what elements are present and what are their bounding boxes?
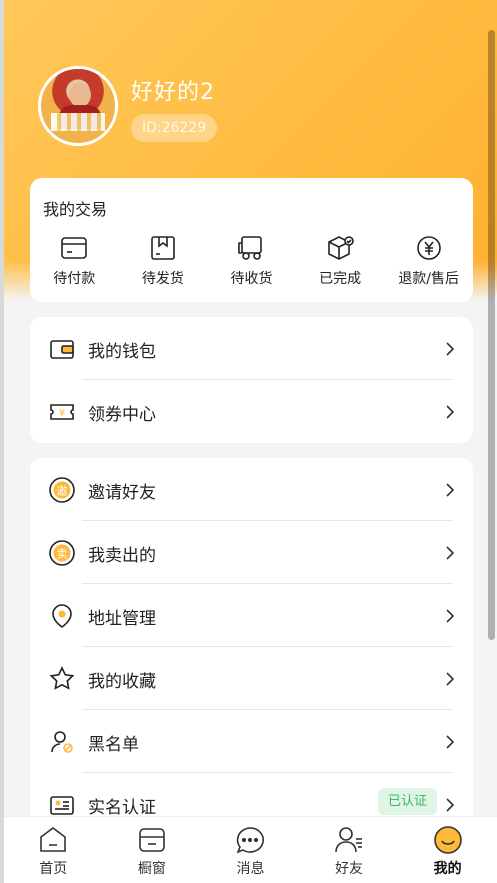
phone-screen: 好好的2 ID:26229 我的交易 待付款 待发货 待收货 已完成 退款/售后… xyxy=(4,0,497,883)
trade-pending-payment-label: 待付款 xyxy=(53,271,96,287)
menu-item-favorites-label: 我的收藏 xyxy=(88,672,156,692)
menu-item-favorites[interactable]: 我的收藏 xyxy=(30,647,473,710)
verified-badge: 已认证 xyxy=(377,788,437,815)
menu-item-invite-label: 邀请好友 xyxy=(88,483,156,503)
menu-item-blacklist[interactable]: 黑名单 xyxy=(30,710,473,773)
tab-shop-label: 橱窗 xyxy=(137,861,166,877)
menu-item-coupons[interactable]: ¥ 领券中心 xyxy=(30,380,473,443)
trade-pending-payment[interactable]: 待付款 xyxy=(30,233,119,288)
menu-item-invite[interactable]: 邀 邀请好友 xyxy=(30,458,473,521)
trade-items: 待付款 待发货 待收货 已完成 退款/售后 xyxy=(30,233,473,288)
menu-item-wallet[interactable]: 我的钱包 xyxy=(30,317,473,380)
chevron-right-icon xyxy=(446,342,455,356)
menu-card-wallet: 我的钱包 ¥ 领券中心 xyxy=(30,317,473,443)
menu-card-settings: 邀 邀请好友 卖 我卖出的 地址管理 我的收藏 黑名单 实名认证 已认证 xyxy=(30,458,473,838)
svg-text:邀: 邀 xyxy=(57,484,68,498)
chevron-right-icon xyxy=(446,798,455,812)
me-icon xyxy=(433,826,462,854)
chevron-right-icon xyxy=(446,735,455,749)
chevron-right-icon xyxy=(446,483,455,497)
username: 好好的2 xyxy=(131,80,215,105)
friends-icon xyxy=(335,827,363,853)
trade-completed-label: 已完成 xyxy=(319,271,362,287)
menu-item-address[interactable]: 地址管理 xyxy=(30,584,473,647)
menu-item-verification-label: 实名认证 xyxy=(88,798,156,818)
menu-item-wallet-label: 我的钱包 xyxy=(88,342,156,362)
home-icon xyxy=(40,827,67,852)
shop-icon xyxy=(139,828,165,852)
menu-item-address-label: 地址管理 xyxy=(88,609,156,629)
yen-icon xyxy=(416,236,441,260)
tab-me[interactable]: 我的 xyxy=(398,817,497,883)
menu-item-sold-label: 我卖出的 xyxy=(88,546,156,566)
tab-home[interactable]: 首页 xyxy=(4,817,103,883)
tab-friends[interactable]: 好友 xyxy=(300,817,399,883)
menu-item-blacklist-label: 黑名单 xyxy=(88,735,139,755)
tab-shop[interactable]: 橱窗 xyxy=(103,817,202,883)
tab-messages[interactable]: 消息 xyxy=(201,817,300,883)
blacklist-icon xyxy=(51,731,73,753)
svg-text:卖: 卖 xyxy=(57,548,68,561)
my-trades-card: 我的交易 待付款 待发货 待收货 已完成 退款/售后 xyxy=(30,178,473,302)
tab-me-label: 我的 xyxy=(433,861,462,877)
star-icon xyxy=(49,666,75,690)
chevron-right-icon xyxy=(446,609,455,623)
chevron-right-icon xyxy=(446,546,455,560)
trade-refund[interactable]: 退款/售后 xyxy=(384,233,473,288)
invite-icon: 邀 xyxy=(49,477,75,503)
menu-item-sold[interactable]: 卖 我卖出的 xyxy=(30,521,473,584)
id-card-icon xyxy=(50,796,74,815)
user-id-badge: ID:26229 xyxy=(131,114,218,142)
package-check-icon xyxy=(328,236,354,260)
svg-text:¥: ¥ xyxy=(59,408,65,419)
location-icon xyxy=(52,604,72,628)
chevron-right-icon xyxy=(446,405,455,419)
chevron-right-icon xyxy=(446,672,455,686)
trades-title: 我的交易 xyxy=(43,200,108,219)
wallet-icon xyxy=(50,340,74,359)
avatar[interactable] xyxy=(38,66,118,146)
trade-pending-shipment-label: 待发货 xyxy=(141,271,184,287)
trade-pending-receipt-label: 待收货 xyxy=(230,271,273,287)
box-icon xyxy=(151,236,175,260)
trade-pending-receipt[interactable]: 待收货 xyxy=(207,233,296,288)
menu-item-coupons-label: 领券中心 xyxy=(88,405,156,425)
trade-completed[interactable]: 已完成 xyxy=(296,233,385,288)
scrollbar[interactable] xyxy=(488,30,495,640)
truck-icon xyxy=(238,236,263,260)
tab-home-label: 首页 xyxy=(39,861,68,877)
tab-messages-label: 消息 xyxy=(236,861,265,877)
trade-pending-shipment[interactable]: 待发货 xyxy=(119,233,208,288)
bottom-tab-bar: 首页 橱窗 消息 好友 我的 xyxy=(4,816,497,883)
trade-refund-label: 退款/售后 xyxy=(398,271,460,287)
message-icon xyxy=(237,827,265,854)
tab-friends-label: 好友 xyxy=(335,861,364,877)
sold-icon: 卖 xyxy=(49,540,75,566)
coupon-icon: ¥ xyxy=(50,404,74,420)
wallet-card-icon xyxy=(61,237,88,259)
